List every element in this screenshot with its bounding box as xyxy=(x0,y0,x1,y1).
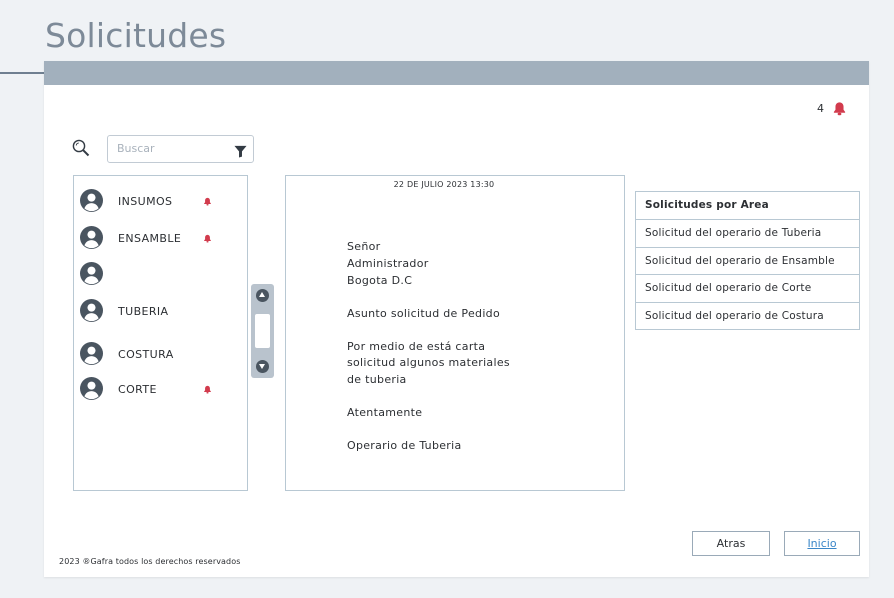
window-header-bar xyxy=(44,61,869,85)
list-item-insumos[interactable]: INSUMOS xyxy=(80,189,240,215)
list-item-label: COSTURA xyxy=(118,348,174,361)
avatar-icon xyxy=(80,262,103,289)
letter-recipient: Administrador xyxy=(347,257,429,270)
list-item-label: CORTE xyxy=(118,383,157,396)
footer-copyright: 2023 ®Gafra todos los derechos reservado… xyxy=(59,557,241,566)
alert-bell-icon xyxy=(203,379,212,398)
search-icon[interactable] xyxy=(72,139,90,161)
list-item-blank[interactable] xyxy=(80,262,240,288)
letter-date: 22 DE JULIO 2023 13:30 xyxy=(393,180,495,189)
avatar-icon xyxy=(80,377,103,404)
avatar-icon xyxy=(80,189,103,216)
scroll-thumb[interactable] xyxy=(255,314,270,348)
list-item-ensamble[interactable]: ENSAMBLE xyxy=(80,226,240,252)
scrollbar[interactable] xyxy=(251,284,274,378)
avatar-icon xyxy=(80,299,103,326)
table-row[interactable]: Solicitud del operario de Ensamble xyxy=(636,246,859,275)
alert-bell-icon xyxy=(203,191,212,210)
back-button[interactable]: Atras xyxy=(692,531,770,556)
home-button[interactable]: Inicio xyxy=(784,531,860,556)
letter-body-line: solicitud algunos materiales xyxy=(347,356,510,369)
table-row[interactable]: Solicitud del operario de Corte xyxy=(636,274,859,302)
filter-icon[interactable] xyxy=(234,143,247,162)
table-header: Solicitudes por Area xyxy=(645,199,769,211)
letter-signature: Operario de Tuberia xyxy=(347,439,462,452)
list-item-label: ENSAMBLE xyxy=(118,232,182,245)
list-item-label: INSUMOS xyxy=(118,195,173,208)
table-row[interactable]: Solicitud del operario de Tuberia xyxy=(636,219,859,247)
notifications[interactable]: 4 xyxy=(817,101,847,116)
scroll-up-icon[interactable] xyxy=(256,289,269,302)
letter-greeting: Señor xyxy=(347,240,381,253)
avatar-icon xyxy=(80,226,103,253)
letter-body-line: de tuberia xyxy=(347,373,407,386)
list-item-costura[interactable]: COSTURA xyxy=(80,342,240,368)
list-item-tuberia[interactable]: TUBERIA xyxy=(80,299,240,325)
table-row[interactable]: Solicitud del operario de Costura xyxy=(636,301,859,330)
areas-list-panel: INSUMOS ENSAMBLE TUBERIA COSTURA CORTE xyxy=(73,175,248,491)
search-input[interactable] xyxy=(117,142,227,155)
letter-body-line: Por medio de está carta xyxy=(347,340,486,353)
list-item-corte[interactable]: CORTE xyxy=(80,377,240,403)
notification-count: 4 xyxy=(817,102,824,115)
list-item-label: TUBERIA xyxy=(118,305,169,318)
page-title: Solicitudes xyxy=(45,16,227,55)
letter-preview-panel: 22 DE JULIO 2023 13:30 Señor Administrad… xyxy=(285,175,625,491)
search-field[interactable] xyxy=(107,135,254,163)
avatar-icon xyxy=(80,342,103,369)
letter-location: Bogota D.C xyxy=(347,274,413,287)
letter-subject: Asunto solicitud de Pedido xyxy=(347,307,500,320)
letter-closing: Atentamente xyxy=(347,406,423,419)
bell-icon[interactable] xyxy=(832,101,847,116)
alert-bell-icon xyxy=(203,228,212,247)
main-window: 4 INSUMOS xyxy=(44,61,869,577)
requests-by-area-table: Solicitudes por Area Solicitud del opera… xyxy=(635,191,860,330)
scroll-down-icon[interactable] xyxy=(256,360,269,373)
